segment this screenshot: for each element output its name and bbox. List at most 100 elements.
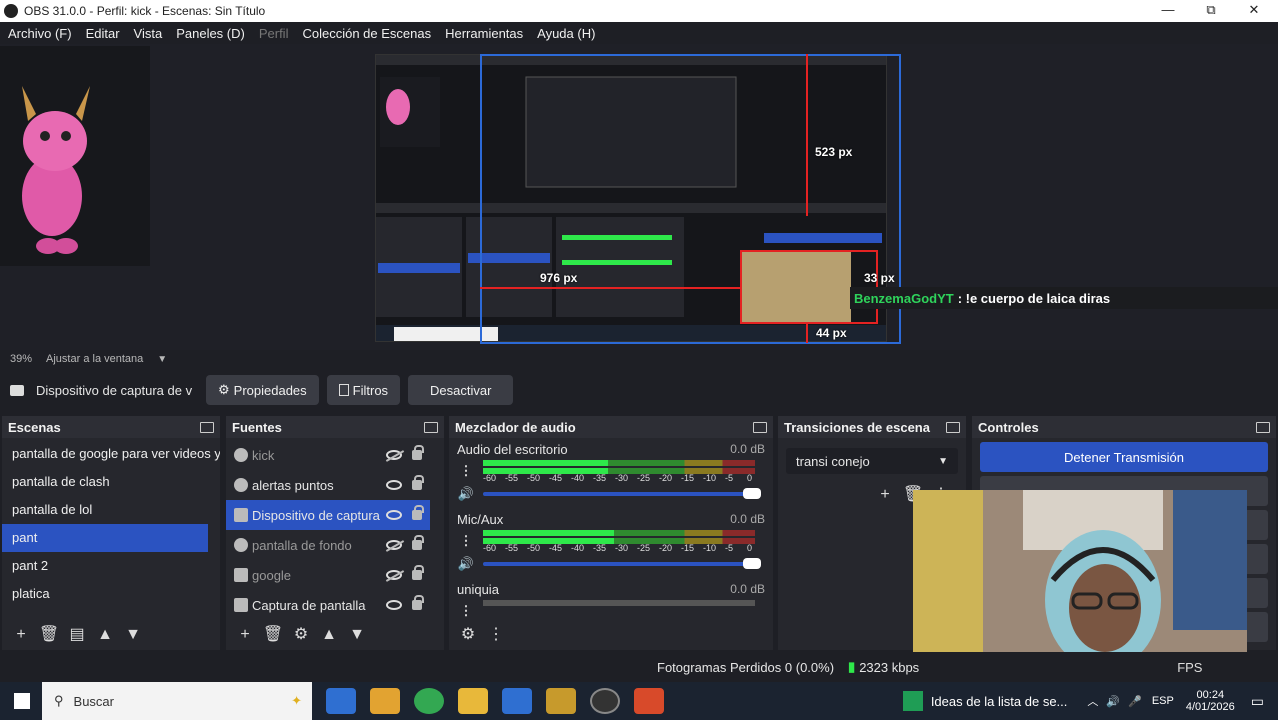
volume-slider[interactable]: [483, 558, 761, 569]
source-item-selected[interactable]: Dispositivo de captura: [226, 500, 430, 530]
eye-icon[interactable]: [386, 510, 402, 520]
channel-name: Audio del escritorio: [457, 442, 568, 457]
tray-notification[interactable]: Ideas de la lista de se...: [931, 694, 1068, 709]
chevron-up-icon[interactable]: ︿: [1087, 693, 1098, 709]
folder-icon[interactable]: [458, 688, 488, 714]
trash-icon[interactable]: 🗑: [262, 624, 284, 646]
source-item[interactable]: alertas puntos: [226, 470, 430, 500]
add-scene-icon[interactable]: +: [10, 624, 32, 646]
kebab-menu-icon[interactable]: ⋮: [457, 533, 475, 549]
source-item[interactable]: kick: [226, 440, 430, 470]
maximize-button[interactable]: ⧉: [1189, 0, 1233, 22]
move-down-icon[interactable]: ▼: [346, 624, 368, 646]
source-item[interactable]: Captura de pantalla: [226, 590, 430, 620]
undock-icon[interactable]: [200, 421, 214, 433]
slider-handle[interactable]: [743, 558, 761, 569]
scene-item[interactable]: pantalla de google para ver videos y: [2, 440, 220, 468]
meter-tick-label: -55: [505, 543, 519, 553]
stop-stream-button[interactable]: Detener Transmisión: [980, 442, 1268, 472]
volume-meter: -60 -55 -50 -45 -40 -35 -30 -25 -20 -15 -10 -5 0: [483, 530, 755, 553]
trash-icon[interactable]: 🗑: [38, 624, 60, 646]
slider-handle[interactable]: [743, 488, 761, 499]
deactivate-button[interactable]: Desactivar: [408, 375, 514, 405]
source-toolbar: Dispositivo de captura de v ⚙ Propiedade…: [0, 372, 1278, 408]
menu-editar[interactable]: Editar: [86, 26, 120, 41]
source-item[interactable]: google: [226, 560, 430, 590]
move-up-icon[interactable]: ▲: [94, 624, 116, 646]
speaker-icon[interactable]: 🔊: [1106, 695, 1120, 708]
close-button[interactable]: ✕: [1232, 0, 1276, 22]
app-4-icon[interactable]: [634, 688, 664, 714]
gear-icon[interactable]: ⚙: [457, 624, 479, 646]
kebab-menu-icon[interactable]: ⋮: [457, 463, 475, 479]
meter-tick-label: -5: [725, 473, 734, 483]
menu-vista[interactable]: Vista: [134, 26, 163, 41]
move-up-icon[interactable]: ▲: [318, 624, 340, 646]
menu-coleccion-escenas[interactable]: Colección de Escenas: [302, 26, 431, 41]
clock[interactable]: 00:24 4/01/2026: [1186, 689, 1235, 713]
outlook-icon[interactable]: [326, 688, 356, 714]
speaker-icon[interactable]: 🔊: [457, 556, 475, 572]
filter-icon[interactable]: ▤: [66, 624, 88, 646]
zoom-mode[interactable]: Ajustar a la ventana: [46, 353, 143, 365]
notifications-icon[interactable]: ▭: [1251, 693, 1264, 710]
scene-item[interactable]: pant 2: [2, 552, 220, 580]
properties-button[interactable]: ⚙ Propiedades: [206, 375, 319, 405]
undock-icon[interactable]: [946, 421, 960, 433]
lock-icon[interactable]: [412, 475, 424, 490]
kebab-menu-icon[interactable]: ⋮: [457, 603, 475, 619]
game-launcher-icon[interactable]: [546, 688, 576, 714]
source-item[interactable]: pantalla de fondo: [226, 530, 430, 560]
transition-select[interactable]: transi conejo ▼: [786, 448, 958, 474]
undock-icon[interactable]: [753, 421, 767, 433]
scene-item[interactable]: pantalla de lol: [2, 496, 220, 524]
dimension-label-left: 976 px: [540, 271, 578, 285]
windows-start-icon[interactable]: [14, 693, 30, 709]
lock-icon[interactable]: [412, 505, 424, 520]
move-down-icon[interactable]: ▼: [122, 624, 144, 646]
zoom-chevron-down-icon[interactable]: ▼: [157, 354, 167, 365]
eye-off-icon[interactable]: [386, 570, 402, 580]
notification-app-icon[interactable]: [902, 691, 923, 711]
eye-off-icon[interactable]: [386, 540, 402, 550]
meter-tick-label: -30: [615, 543, 629, 553]
kebab-menu-icon[interactable]: ⋮: [485, 624, 507, 646]
store-icon[interactable]: [502, 688, 532, 714]
menu-ayuda[interactable]: Ayuda (H): [537, 26, 595, 41]
scene-item[interactable]: platica: [2, 580, 220, 608]
scene-item-selected[interactable]: pant: [2, 524, 208, 552]
meter-tick-label: -45: [549, 473, 563, 483]
volume-slider[interactable]: [483, 488, 761, 499]
menu-perfil[interactable]: Perfil: [259, 26, 289, 41]
eye-icon[interactable]: [386, 600, 402, 610]
minimize-button[interactable]: —: [1146, 0, 1190, 22]
undock-icon[interactable]: [1256, 421, 1270, 433]
sparkle-icon: ✦: [291, 693, 302, 708]
taskbar-search[interactable]: ⚲ Buscar ✦: [42, 682, 312, 720]
menu-paneles[interactable]: Paneles (D): [176, 26, 245, 41]
eye-icon[interactable]: [386, 480, 402, 490]
eye-off-icon[interactable]: [386, 450, 402, 460]
language-indicator[interactable]: ESP: [1152, 695, 1174, 707]
undock-icon[interactable]: [424, 421, 438, 433]
filters-button[interactable]: Filtros: [326, 375, 401, 405]
lock-icon[interactable]: [412, 595, 424, 610]
meter-tick-label: 0: [747, 543, 753, 553]
menu-herramientas[interactable]: Herramientas: [445, 26, 523, 41]
menu-archivo[interactable]: Archivo (F): [8, 26, 72, 41]
chrome-icon[interactable]: [414, 688, 444, 714]
add-transition-icon[interactable]: +: [874, 484, 896, 506]
medal-icon[interactable]: [370, 688, 400, 714]
meter-tick-label: 0: [747, 473, 753, 483]
scene-item[interactable]: pantalla de clash: [2, 468, 220, 496]
lock-icon[interactable]: [412, 565, 424, 580]
obs-taskbar-icon[interactable]: [590, 688, 620, 714]
lock-icon[interactable]: [412, 445, 424, 460]
status-bar: Fotogramas Perdidos 0 (0.0%) ▮ 2323 kbps…: [0, 652, 1278, 682]
microphone-icon[interactable]: 🎤: [1128, 695, 1142, 708]
speaker-icon[interactable]: 🔊: [457, 486, 475, 502]
gear-icon[interactable]: ⚙: [290, 624, 312, 646]
add-source-icon[interactable]: +: [234, 624, 256, 646]
audio-mixer-dock: Mezclador de audio Audio del escritorio …: [449, 416, 773, 650]
lock-icon[interactable]: [412, 535, 424, 550]
